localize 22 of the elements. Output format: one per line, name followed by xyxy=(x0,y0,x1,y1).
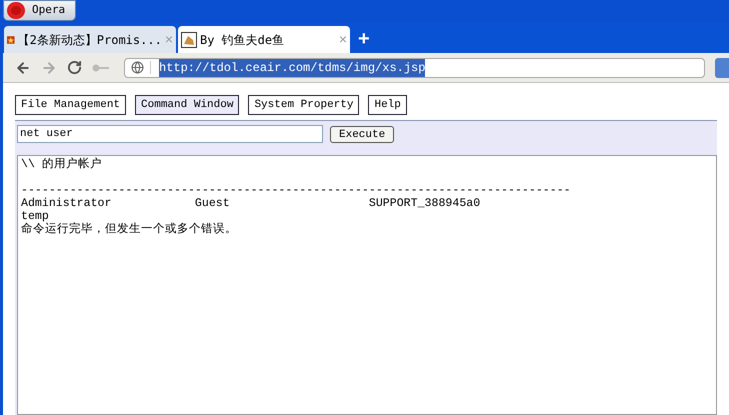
forward-icon[interactable] xyxy=(41,60,57,76)
nav-tab[interactable]: System Property xyxy=(248,95,360,115)
opera-menu-button[interactable]: Opera xyxy=(3,0,76,21)
url-text: http://tdol.ceair.com/tdms/img/xs.jsp xyxy=(159,58,426,76)
execute-button[interactable]: Execute xyxy=(330,126,394,142)
opera-logo-icon xyxy=(7,2,25,19)
nav-tab[interactable]: File Management xyxy=(15,95,126,115)
back-icon[interactable] xyxy=(15,60,31,76)
address-field[interactable]: http://tdol.ceair.com/tdms/img/xs.jsp xyxy=(124,58,705,78)
command-field[interactable]: net user xyxy=(17,125,323,143)
site-icon xyxy=(181,32,197,48)
search-engine-icon[interactable] xyxy=(715,58,729,78)
globe-icon xyxy=(131,61,144,74)
nav-tab[interactable]: Command Window xyxy=(135,95,240,115)
browser-tab[interactable]: 【2条新动态】Promis... × xyxy=(4,26,176,53)
new-tab-button[interactable]: + xyxy=(352,26,376,53)
nav-tab[interactable]: Help xyxy=(368,95,407,115)
command-output: \\ 的用户帐户 ------------------------------------------------------------------------------- Administrator Guest SUPPORT_388945a0 temp 命令运行完毕，但发生一个或多个错误。 xyxy=(21,158,571,236)
tab-title: By 钓鱼夫de鱼 xyxy=(200,32,286,48)
reload-icon[interactable] xyxy=(67,60,82,75)
browser-tab[interactable]: By 钓鱼夫de鱼 × xyxy=(178,26,350,53)
tab-title: 【2条新动态】Promis... xyxy=(18,32,162,48)
